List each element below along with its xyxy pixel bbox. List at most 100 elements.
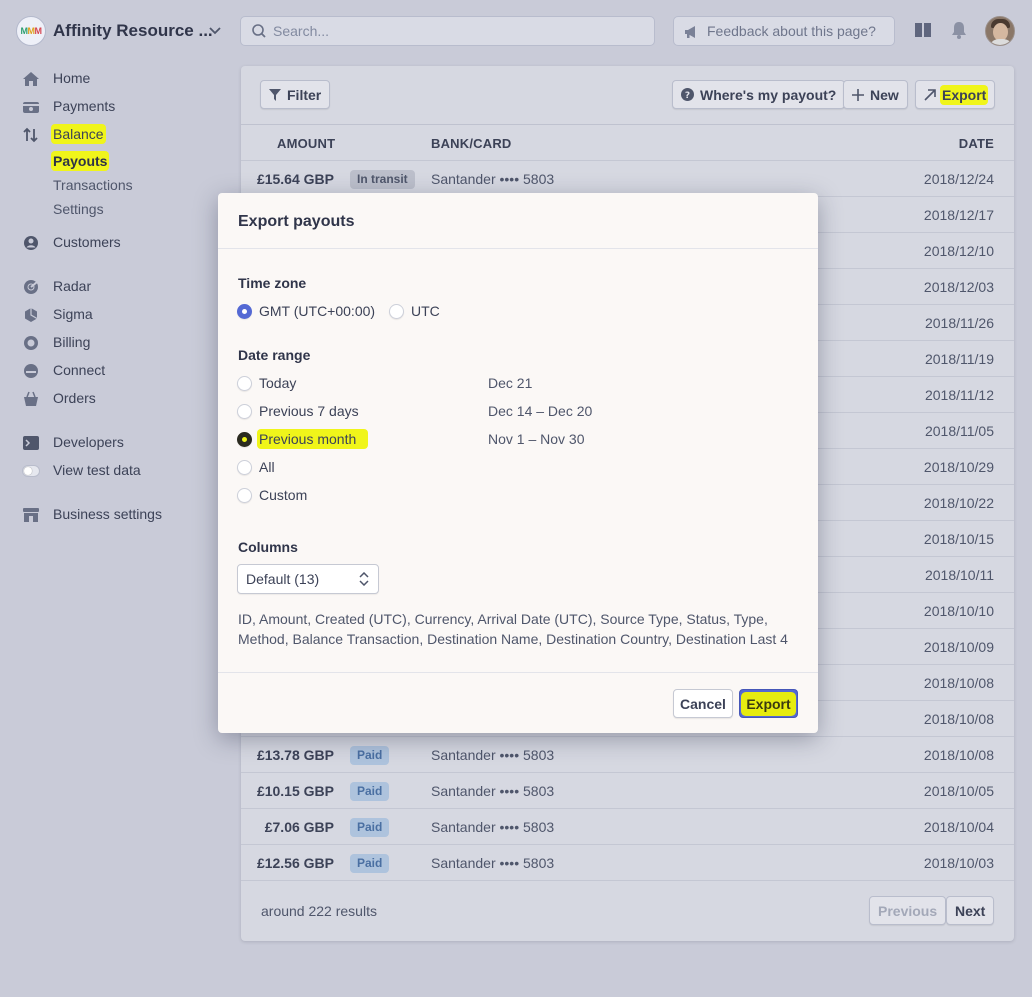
row-date: 2018/10/03	[923, 855, 994, 871]
sidebar-item-payments[interactable]: Payments	[22, 96, 115, 118]
row-date: 2018/11/19	[924, 351, 994, 367]
row-date: 2018/10/08	[923, 711, 994, 727]
view-test-data-toggle[interactable]: View test data	[22, 460, 141, 482]
sidebar-subitem-settings[interactable]: Settings	[53, 201, 104, 217]
radio-selected[interactable]	[237, 431, 252, 447]
daterange-option-previous-month[interactable]: Previous month	[237, 431, 367, 447]
radar-icon	[22, 278, 40, 296]
next-button[interactable]: Next	[946, 896, 995, 925]
column-header-date[interactable]: DATE	[959, 136, 994, 151]
feedback-label: Feedback about this page?	[707, 23, 876, 39]
sidebar-item-developers[interactable]: Developers	[22, 432, 124, 454]
row-date: 2018/12/03	[923, 279, 994, 295]
sidebar-label-balance: Balance	[53, 126, 104, 142]
plus-icon	[852, 88, 864, 101]
timezone-option-utc[interactable]: UTC	[389, 303, 440, 319]
cancel-button[interactable]: Cancel	[673, 689, 733, 718]
chevron-down-icon[interactable]	[207, 22, 223, 38]
daterange-option-all[interactable]: All	[237, 459, 275, 475]
account-name[interactable]: Affinity Resource ...	[53, 21, 213, 41]
table-row[interactable]: £15.64 GBP In transit Santander •••• 5803 2…	[241, 160, 1014, 196]
sidebar-item-sigma[interactable]: Sigma	[22, 304, 93, 326]
search-bar[interactable]	[240, 16, 655, 46]
columns-select[interactable]: Default (13)	[237, 564, 379, 594]
orders-icon	[22, 390, 40, 408]
previous-button[interactable]: Previous	[869, 896, 947, 925]
sidebar-item-customers[interactable]: Customers	[22, 232, 121, 254]
search-icon	[252, 24, 266, 38]
sidebar-subitem-payouts[interactable]: Payouts	[53, 153, 108, 169]
daterange-option-previous-7-days[interactable]: Previous 7 days	[237, 403, 359, 419]
timezone-label-utc: UTC	[411, 303, 440, 319]
sidebar-item-orders[interactable]: Orders	[22, 388, 96, 410]
avatar[interactable]	[985, 16, 1015, 46]
sidebar-item-business-settings[interactable]: Business settings	[22, 504, 162, 526]
where-payout-button[interactable]: ? Where's my payout?	[672, 80, 846, 109]
sidebar-item-radar[interactable]: Radar	[22, 276, 91, 298]
radio-unselected[interactable]	[389, 303, 404, 319]
daterange-label-today: Today	[259, 375, 297, 391]
sidebar-item-balance[interactable]: Balance	[22, 124, 104, 146]
row-date: 2018/10/29	[923, 459, 994, 475]
megaphone-icon	[685, 26, 695, 38]
export-button[interactable]: Export	[915, 80, 996, 109]
sigma-icon	[22, 306, 40, 324]
feedback-button[interactable]: Feedback about this page?	[673, 16, 895, 46]
modal-export-label: Export	[744, 694, 793, 713]
sidebar-subitem-transactions[interactable]: Transactions	[53, 177, 133, 193]
table-row[interactable]: £12.56 GBP Paid Santander •••• 5803 2018/10…	[241, 844, 1014, 880]
daterange-hint-today: Dec 21	[488, 375, 533, 391]
sidebar-item-connect[interactable]: Connect	[22, 360, 105, 382]
daterange-hint-previous-7-days: Dec 14 – Dec 20	[488, 403, 593, 419]
sidebar-label-orders: Orders	[53, 390, 96, 406]
sidebar-label-payments: Payments	[53, 98, 116, 114]
sidebar-label-home: Home	[53, 70, 91, 86]
sidebar-label-billing: Billing	[53, 334, 91, 350]
row-bank: Santander •••• 5803	[431, 747, 555, 763]
sidebar-label-view-test-data: View test data	[53, 462, 141, 478]
row-date: 2018/10/04	[923, 819, 994, 835]
radio-unselected[interactable]	[237, 403, 252, 419]
developers-icon	[22, 434, 40, 452]
account-logo[interactable]: MMM	[16, 16, 46, 46]
new-button[interactable]: New	[843, 80, 908, 109]
row-date: 2018/10/10	[923, 603, 994, 619]
svg-text:?: ?	[685, 91, 690, 101]
radio-unselected[interactable]	[237, 487, 252, 503]
radio-selected[interactable]	[237, 303, 252, 319]
radio-unselected[interactable]	[237, 459, 252, 475]
daterange-option-today[interactable]: Today	[237, 375, 296, 391]
table-row[interactable]: £10.15 GBP Paid Santander •••• 5803 2018/10…	[241, 772, 1014, 808]
row-bank: Santander •••• 5803	[431, 855, 555, 871]
daterange-option-custom[interactable]: Custom	[237, 487, 307, 503]
top-bar: MMM Affinity Resource ... Feedback about…	[0, 0, 1032, 62]
row-date: 2018/10/09	[923, 639, 994, 655]
export-arrow-icon	[924, 88, 936, 101]
filter-button[interactable]: Filter	[260, 80, 331, 109]
columns-select-value: Default (13)	[246, 571, 320, 587]
sidebar-item-home[interactable]: Home	[22, 68, 90, 90]
customers-icon	[22, 234, 40, 252]
daterange-label-custom: Custom	[259, 487, 308, 503]
row-bank: Santander •••• 5803	[431, 171, 555, 187]
table-row[interactable]: £7.06 GBP Paid Santander •••• 5803 2018/10/…	[241, 808, 1014, 844]
row-date: 2018/12/17	[923, 207, 994, 223]
timezone-option-gmt[interactable]: GMT (UTC+00:00)	[237, 303, 375, 319]
sidebar-label-customers: Customers	[53, 234, 121, 250]
docs-icon[interactable]	[914, 22, 932, 38]
sidebar-item-billing[interactable]: Billing	[22, 332, 90, 354]
toggle-switch[interactable]	[22, 465, 40, 477]
column-header-bank[interactable]: BANK/CARD	[431, 136, 512, 151]
bell-icon[interactable]	[950, 20, 968, 40]
toolbar-divider	[241, 124, 1014, 125]
row-date: 2018/11/26	[924, 315, 994, 331]
radio-unselected[interactable]	[237, 375, 252, 391]
table-row[interactable]: £13.78 GBP Paid Santander •••• 5803 2018/10…	[241, 736, 1014, 772]
column-header-amount[interactable]: AMOUNT	[277, 136, 335, 151]
row-date: 2018/10/08	[923, 675, 994, 691]
modal-footer-divider	[218, 672, 818, 673]
modal-export-button[interactable]: Export	[739, 689, 798, 718]
row-date: 2018/12/10	[923, 243, 994, 259]
sidebar-label-developers: Developers	[53, 434, 124, 450]
search-input[interactable]	[273, 21, 633, 41]
